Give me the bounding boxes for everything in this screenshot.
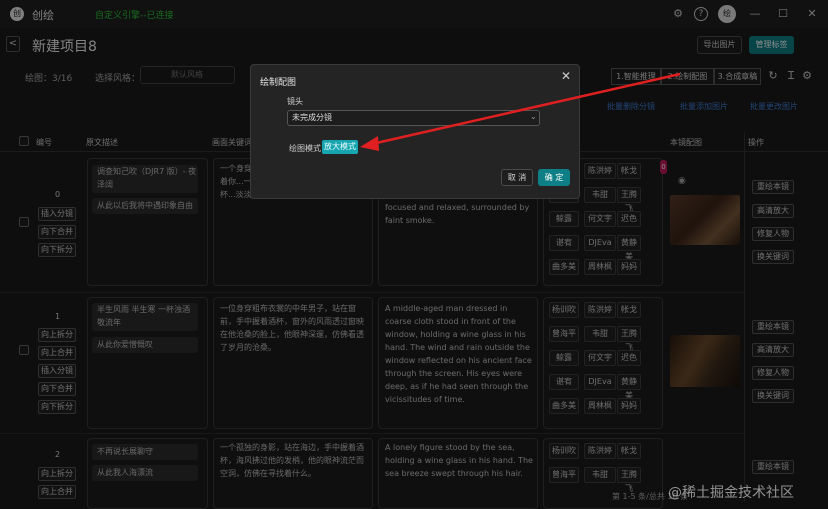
watermark: @稀土掘金技术社区	[668, 485, 794, 501]
arrow-head	[360, 136, 379, 151]
annotation-arrow	[360, 72, 681, 151]
arrow-shaft	[371, 72, 681, 146]
